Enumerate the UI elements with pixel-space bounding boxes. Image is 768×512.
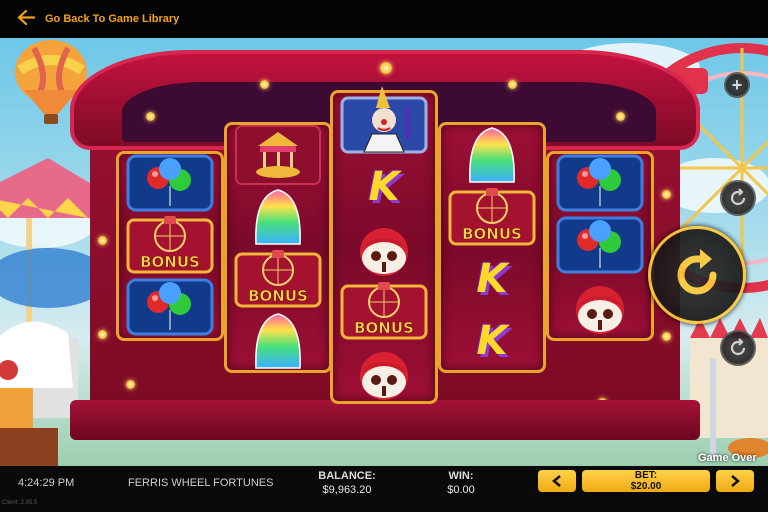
- symbol-candy-apple: [336, 342, 432, 404]
- reel-3: K BONUS: [330, 86, 438, 404]
- symbol-cake: [230, 310, 326, 372]
- back-to-library-button[interactable]: Go Back To Game Library: [17, 9, 180, 28]
- reel-5: [546, 151, 654, 341]
- bet-decrease-button[interactable]: [538, 470, 576, 492]
- game-over-status: Game Over: [698, 452, 757, 464]
- cotton-candy-icon: [469, 127, 515, 183]
- refresh-icon: [730, 338, 746, 356]
- balance-display: BALANCE: $9,963.20: [312, 469, 382, 497]
- symbol-cake: [230, 186, 326, 248]
- chevron-left-icon: [552, 475, 561, 487]
- symbol-bonus: BONUS: [444, 186, 540, 248]
- candy-apple-icon: [360, 228, 408, 276]
- symbol-cake: [444, 124, 540, 186]
- bonus-label: BONUS: [354, 319, 414, 337]
- bonus-label: BONUS: [248, 287, 308, 305]
- spin-arrow-icon: [677, 249, 717, 295]
- game-name: FERRIS WHEEL FORTUNES: [128, 477, 274, 489]
- bonus-label: BONUS: [140, 253, 200, 271]
- balloons-icon: [126, 154, 214, 212]
- k-letter: K: [476, 318, 508, 364]
- candy-apple-icon: [360, 352, 408, 400]
- bottom-bar: 4:24:29 PM FERRIS WHEEL FORTUNES Client:…: [0, 466, 768, 512]
- reel-4: BONUS K K: [438, 122, 546, 373]
- chevron-right-icon: [731, 475, 740, 487]
- balance-label: BALANCE:: [318, 470, 376, 482]
- symbol-bonus: BONUS: [336, 280, 432, 342]
- balloons-icon: [556, 216, 644, 274]
- bet-display: BET: $20.00: [582, 470, 710, 492]
- bet-label: BET:: [634, 470, 658, 481]
- bonus-icon: BONUS: [340, 282, 428, 340]
- candy-apple-icon: [576, 286, 624, 334]
- win-value: $0.00: [447, 484, 475, 496]
- balloons-icon: [556, 154, 644, 212]
- clown-icon: [340, 86, 428, 154]
- quick-spin-button[interactable]: [720, 330, 756, 366]
- balloons-icon: [126, 278, 214, 336]
- bet-increase-button[interactable]: [716, 470, 754, 492]
- reel-2: BONUS: [224, 122, 332, 373]
- carousel-icon: [235, 125, 321, 185]
- symbol-balloons: [552, 214, 648, 276]
- plus-icon: +: [731, 75, 743, 95]
- symbol-candy-apple: [336, 218, 432, 280]
- symbol-candy-apple: [552, 276, 648, 338]
- symbol-bonus: BONUS: [122, 214, 218, 276]
- reel-1: BONUS: [116, 151, 224, 341]
- client-version: Client: 2.35.5: [2, 500, 38, 506]
- win-label: WIN:: [448, 470, 474, 482]
- spin-button[interactable]: [648, 226, 746, 324]
- symbol-balloons: [122, 276, 218, 338]
- add-button[interactable]: +: [724, 72, 750, 98]
- k-letter: K: [476, 256, 508, 302]
- bet-value: $20.00: [630, 481, 662, 492]
- bonus-label: BONUS: [462, 225, 522, 243]
- symbol-clown: [336, 86, 432, 156]
- bonus-icon: BONUS: [234, 250, 322, 308]
- bonus-icon: BONUS: [126, 216, 214, 274]
- cotton-candy-icon: [255, 313, 301, 369]
- symbol-balloons: [552, 152, 648, 214]
- symbol-bonus: BONUS: [230, 248, 326, 310]
- symbol-k: K: [444, 310, 540, 372]
- symbol-k: K: [444, 248, 540, 310]
- win-display: WIN: $0.00: [436, 469, 486, 497]
- k-letter: K: [368, 164, 400, 210]
- autoplay-button[interactable]: [720, 180, 756, 216]
- balance-value: $9,963.20: [322, 484, 372, 496]
- top-bar: Go Back To Game Library: [0, 0, 768, 38]
- symbol-balloons: [122, 152, 218, 214]
- symbol-k: K: [336, 156, 432, 218]
- cotton-candy-icon: [255, 189, 301, 245]
- back-to-library-label: Go Back To Game Library: [45, 13, 180, 25]
- symbol-carousel: [230, 124, 326, 186]
- arrow-left-icon: [17, 9, 36, 28]
- game-screen: Go Back To Game Library BONUS BONUS K BO…: [0, 0, 768, 512]
- bonus-icon: BONUS: [448, 188, 536, 246]
- clock: 4:24:29 PM: [18, 477, 75, 489]
- refresh-icon: [730, 188, 746, 206]
